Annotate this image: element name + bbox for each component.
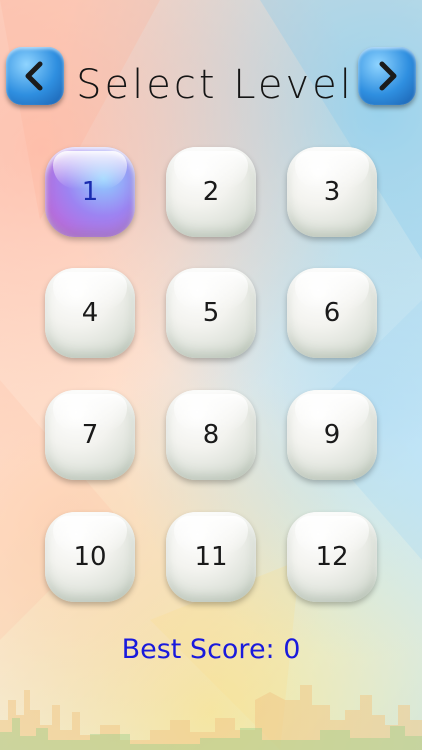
previous-page-button[interactable]: [6, 47, 64, 105]
chevron-left-icon: [25, 61, 43, 91]
level-label: 9: [323, 420, 341, 450]
level-button-5[interactable]: 5: [166, 268, 256, 358]
level-button-9[interactable]: 9: [287, 390, 377, 480]
level-label: 1: [81, 177, 99, 207]
page-title: Select Level: [76, 62, 354, 108]
city-skyline: [0, 685, 422, 750]
level-label: 10: [73, 542, 107, 572]
level-label: 3: [323, 177, 341, 207]
level-button-2[interactable]: 2: [166, 147, 256, 237]
level-label: 11: [194, 542, 228, 572]
level-label: 2: [202, 177, 220, 207]
level-button-1[interactable]: 1: [45, 147, 135, 237]
level-button-8[interactable]: 8: [166, 390, 256, 480]
best-score-text: Best Score: 0: [121, 634, 301, 665]
level-button-12[interactable]: 12: [287, 512, 377, 602]
level-button-11[interactable]: 11: [166, 512, 256, 602]
level-button-6[interactable]: 6: [287, 268, 377, 358]
next-page-button[interactable]: [358, 47, 416, 105]
chevron-right-icon: [379, 61, 397, 91]
level-label: 6: [323, 298, 341, 328]
level-label: 4: [81, 298, 99, 328]
level-label: 7: [81, 420, 99, 450]
level-button-3[interactable]: 3: [287, 147, 377, 237]
level-button-10[interactable]: 10: [45, 512, 135, 602]
level-button-4[interactable]: 4: [45, 268, 135, 358]
level-label: 8: [202, 420, 220, 450]
level-label: 5: [202, 298, 220, 328]
level-button-7[interactable]: 7: [45, 390, 135, 480]
level-label: 12: [315, 542, 349, 572]
